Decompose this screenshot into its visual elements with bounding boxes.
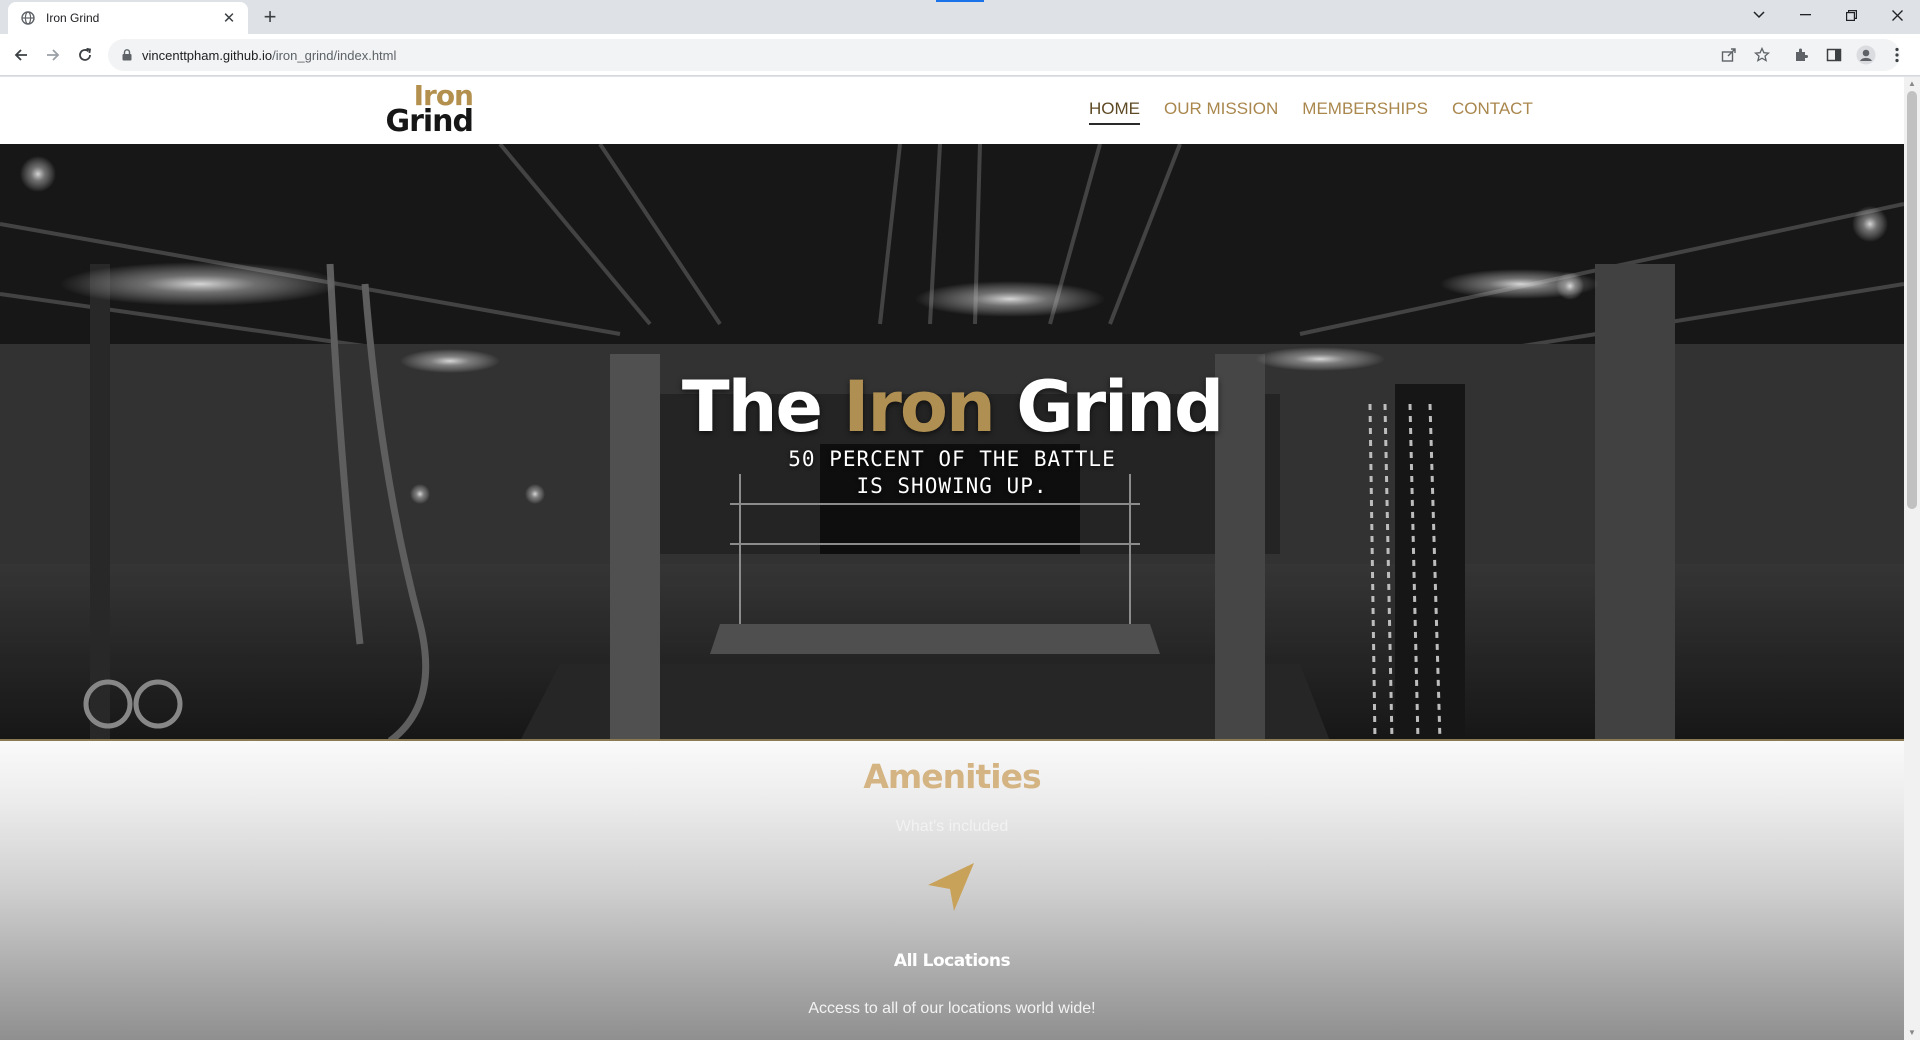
forward-icon[interactable] [40,42,66,68]
amenities-section: Amenities What's included All Locations … [0,741,1904,1040]
minimize-icon[interactable] [1782,0,1828,30]
hero-section: The Iron Grind 50 PERCENT OF THE BATTLE … [0,144,1904,741]
scroll-thumb[interactable] [1907,91,1917,509]
amenity-description: Access to all of our locations world wid… [808,1000,1096,1017]
amenities-subtitle: What's included [895,818,1009,835]
scroll-up-arrow-icon[interactable]: ▲ [1907,79,1917,89]
reload-icon[interactable] [72,42,98,68]
hero-title-iron: Iron [843,366,995,448]
tab-indicator [936,0,984,2]
restore-icon[interactable] [1828,0,1874,30]
location-arrow-icon [924,859,980,915]
share-icon[interactable] [1718,44,1740,66]
page-viewport: Iron Grind HOME OUR MISSION MEMBERSHIPS … [0,77,1920,1040]
site-logo[interactable]: Iron Grind [383,82,474,139]
tab-search-icon[interactable] [1736,0,1782,30]
nav-memberships[interactable]: MEMBERSHIPS [1302,99,1428,125]
amenities-title: Amenities [863,757,1041,796]
tab-strip: Iron Grind ✕ + [0,0,1920,34]
page-scrollbar[interactable]: ▲ ▼ [1904,77,1920,1040]
nav-contact[interactable]: CONTACT [1452,99,1533,125]
lock-icon[interactable] [120,48,134,62]
menu-kebab-icon[interactable] [1886,44,1908,66]
tab-title: Iron Grind [46,11,100,25]
extensions-icon[interactable] [1790,44,1812,66]
amenity-title: All Locations [893,951,1011,971]
url-path: /iron_grind/index.html [272,47,397,63]
scroll-down-arrow-icon[interactable]: ▼ [1907,1028,1917,1038]
hero-title-the: The [681,366,823,448]
main-nav: HOME OUR MISSION MEMBERSHIPS CONTACT [1089,99,1533,125]
url-domain: vincenttpham.github.io [142,47,273,63]
close-window-icon[interactable] [1874,0,1920,30]
profile-avatar-icon[interactable] [1855,44,1877,66]
new-tab-button[interactable]: + [258,5,282,29]
close-tab-icon[interactable]: ✕ [220,9,238,27]
hero-title: The Iron Grind [0,366,1904,448]
logo-line-grind: Grind [385,104,474,139]
nav-our-mission[interactable]: OUR MISSION [1164,99,1278,125]
browser-tab[interactable]: Iron Grind ✕ [8,2,248,34]
bookmark-star-icon[interactable] [1751,44,1773,66]
nav-home[interactable]: HOME [1089,99,1140,125]
url-text: vincenttpham.github.io/iron_grind/index.… [142,48,396,63]
hero-subtitle-line2: IS SHOWING UP. [856,474,1048,498]
hero-subtitle: 50 PERCENT OF THE BATTLE IS SHOWING UP. [0,446,1904,500]
hero-subtitle-line1: 50 PERCENT OF THE BATTLE [788,447,1116,471]
browser-toolbar: vincenttpham.github.io/iron_grind/index.… [0,34,1920,76]
site-header: Iron Grind HOME OUR MISSION MEMBERSHIPS … [0,77,1904,144]
side-panel-icon[interactable] [1823,44,1845,66]
hero-title-grind: Grind [1016,366,1224,448]
back-icon[interactable] [8,42,34,68]
globe-icon [20,10,36,26]
address-bar[interactable]: vincenttpham.github.io/iron_grind/index.… [108,39,1900,71]
